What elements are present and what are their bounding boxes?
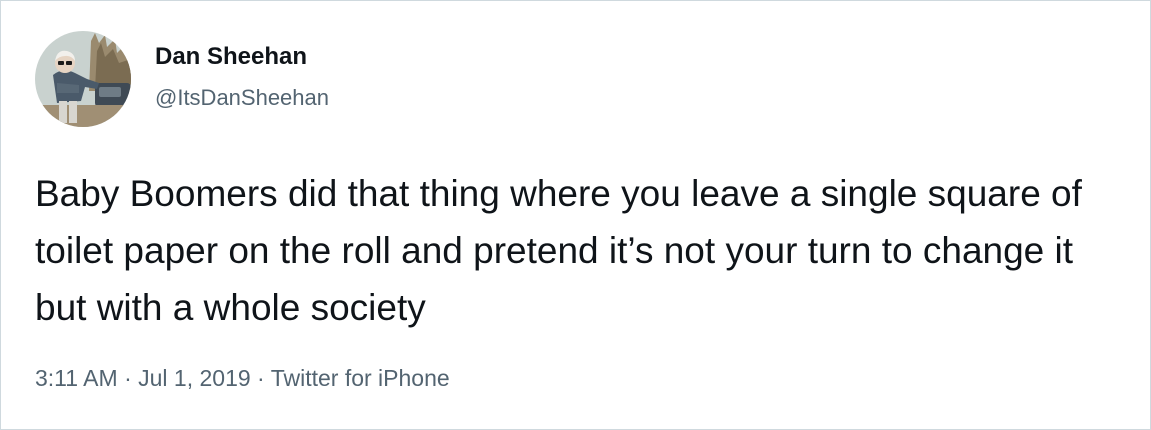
avatar[interactable]	[35, 31, 131, 127]
meta-separator: ·	[250, 365, 271, 391]
tweet-metadata: 3:11 AM · Jul 1, 2019 · Twitter for iPho…	[35, 365, 450, 392]
author-name[interactable]: Dan Sheehan	[155, 43, 307, 71]
tweet-source[interactable]: Twitter for iPhone	[271, 365, 450, 391]
tweet-card: Dan Sheehan @ItsDanSheehan Baby Boomers …	[0, 0, 1151, 430]
tweet-time[interactable]: 3:11 AM	[35, 365, 118, 391]
author-handle[interactable]: @ItsDanSheehan	[155, 85, 329, 111]
avatar-photo	[35, 31, 131, 127]
tweet-date[interactable]: Jul 1, 2019	[138, 365, 251, 391]
tweet-text: Baby Boomers did that thing where you le…	[35, 173, 1082, 328]
meta-separator: ·	[117, 365, 139, 391]
